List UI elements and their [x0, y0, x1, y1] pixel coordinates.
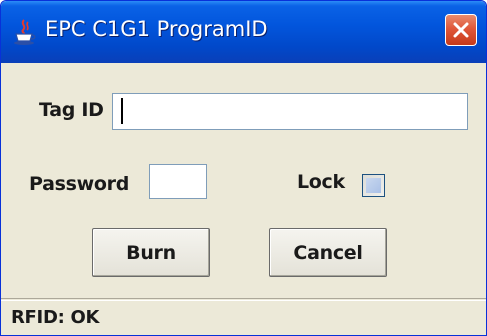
- checkbox-fill: [366, 178, 381, 193]
- text-caret: [121, 98, 123, 124]
- window-title: EPC C1G1 ProgramID: [45, 17, 268, 41]
- title-bar[interactable]: EPC C1G1 ProgramID: [1, 1, 486, 63]
- lock-checkbox[interactable]: [362, 174, 385, 197]
- tag-id-input[interactable]: [112, 93, 468, 130]
- close-button[interactable]: [445, 14, 477, 46]
- close-icon: [453, 22, 469, 38]
- program-id-dialog: EPC C1G1 ProgramID Tag ID Password Lock …: [0, 0, 487, 336]
- burn-button[interactable]: Burn: [92, 228, 210, 277]
- burn-button-label: Burn: [126, 241, 176, 264]
- password-label: Password: [29, 173, 130, 195]
- status-divider: [1, 298, 486, 301]
- tag-id-label: Tag ID: [39, 99, 104, 121]
- cancel-button[interactable]: Cancel: [269, 228, 387, 277]
- password-input[interactable]: [149, 164, 207, 199]
- lock-label: Lock: [297, 171, 345, 193]
- status-text: RFID: OK: [11, 307, 100, 328]
- java-cup-icon[interactable]: [11, 18, 37, 46]
- cancel-button-label: Cancel: [293, 241, 363, 264]
